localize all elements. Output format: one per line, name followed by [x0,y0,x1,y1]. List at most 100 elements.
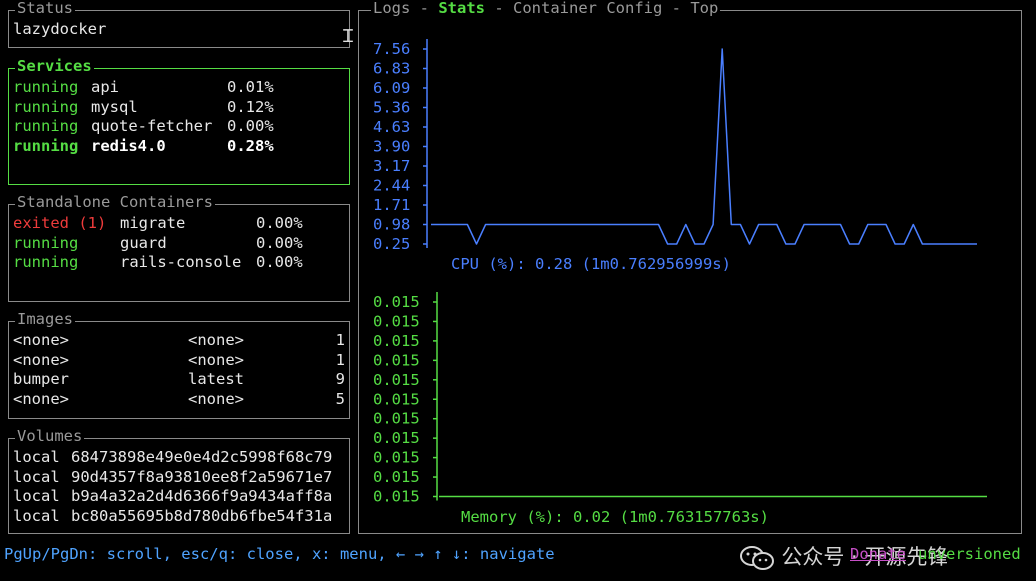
volume-driver: local [13,467,60,486]
service-cpu: 0.28% [227,136,274,155]
volume-name: 68473898e49e0e4d2c5998f68c79 [71,448,333,466]
image-size: 5 [335,389,345,408]
image-size: 9 [335,370,345,388]
container-state: exited (1) [13,214,107,232]
y-tick-label: 3.17 [373,157,410,175]
service-cpu: 0.12% [227,97,274,116]
volume-row[interactable]: local b9a4a32a2d4d6366f9a9434aff8a [13,487,345,507]
container-name: migrate [120,214,186,232]
watermark: 公众号 · 开源先锋 [726,524,948,572]
container-name: rails-console [120,253,242,271]
services-panel[interactable]: Services running api 0.01% running mysql 0.12… [8,57,350,185]
image-name: bumper [13,370,69,388]
version-label: unversioned [918,545,1021,563]
image-name: <none> [13,350,69,369]
y-tick-label: 6.83 [373,60,410,78]
volume-name: 90d4357f8a93810ee8f2a59671e7 [71,467,333,486]
y-tick-label: 0.015 [373,488,420,506]
container-row[interactable]: running guard 0.00% [13,234,343,254]
images-panel[interactable]: Images <none> <none> 1 <none> <none> 1 bumper l… [8,310,350,419]
image-name: <none> [13,389,69,408]
image-row[interactable]: <none> <none> 1 [13,331,345,351]
service-row[interactable]: running mysql 0.12% [13,98,343,118]
service-state: running [13,97,79,116]
container-state: running [13,253,79,271]
y-tick-label: 0.015 [373,332,420,350]
y-tick-label: 6.09 [373,79,410,97]
chart-title: Memory (%): 0.02 (1m0.763157763s) [461,508,769,526]
service-row[interactable]: running api 0.01% [13,78,343,98]
volume-row[interactable]: local 68473898e49e0e4d2c5998f68c79 [13,448,345,468]
y-tick-label: 0.015 [373,468,420,486]
y-tick-label: 4.63 [373,118,410,136]
image-tag: <none> [188,331,244,349]
service-name: redis4.0 [91,136,166,155]
y-tick-label: 1.71 [373,196,410,214]
volume-driver: local [13,448,60,466]
service-cpu: 0.01% [227,78,274,96]
standalone-containers-title: Standalone Containers [15,193,215,213]
volume-row[interactable]: local 90d4357f8a93810ee8f2a59671e7 [13,468,345,488]
standalone-list: exited (1) migrate 0.00% running guard 0.00% r… [13,214,343,273]
service-state: running [13,78,79,96]
volume-driver: local [13,506,60,525]
image-name: <none> [13,331,69,349]
volume-row[interactable]: local bc80a55695b8d780db6fbe54f31a [13,507,345,527]
service-name: mysql [91,97,138,116]
image-tag: <none> [188,350,244,369]
standalone-containers-panel[interactable]: Standalone Containers exited (1) migrate 0… [8,193,350,302]
y-tick-label: 2.44 [373,177,410,195]
volumes-panel-title: Volumes [15,427,85,447]
status-text: lazydocker [13,20,107,38]
y-tick-label: 0.015 [373,429,420,447]
container-cpu: 0.00% [256,233,303,252]
service-cpu: 0.00% [227,117,274,135]
image-tag: latest [188,370,244,388]
images-list: <none> <none> 1 <none> <none> 1 bumper latest 9 <… [13,331,345,409]
volume-name: bc80a55695b8d780db6fbe54f31a [71,506,333,525]
container-cpu: 0.00% [256,214,303,232]
chart-title: CPU (%): 0.28 (1m0.762956999s) [451,255,731,273]
image-row[interactable]: bumper latest 9 [13,370,345,390]
y-tick-label: 0.015 [373,312,420,330]
y-tick-label: 0.98 [373,216,410,234]
services-panel-title: Services [15,57,94,77]
container-cpu: 0.00% [256,253,303,271]
text-cursor-icon: Ɪ [342,26,353,47]
service-state: running [13,136,79,155]
container-name: guard [120,233,167,252]
stats-charts: 7.56 6.836.09 5.364.63 3.903.17 2.441.71 0.98… [373,39,987,526]
main-panel[interactable]: Logs - Stats - Container Config - Top 7.… [358,0,1022,534]
keybindings-help: PgUp/PgDn: scroll, esc/q: close, x: menu… [4,545,555,563]
image-tag: <none> [188,389,244,408]
service-row[interactable]: running quote-fetcher 0.00% [13,117,343,137]
image-row[interactable]: <none> <none> 1 [13,351,345,371]
y-tick-label: 5.36 [373,99,410,117]
volume-name: b9a4a32a2d4d6366f9a9434aff8a [71,487,333,505]
y-tick-label: 0.015 [373,293,420,311]
y-tick-label: 0.25 [373,235,410,253]
service-state: running [13,117,79,135]
status-panel-title: Status [15,0,75,19]
y-tick-label: 0.015 [373,449,420,467]
image-size: 1 [335,331,345,349]
chart-series-line [431,48,977,245]
y-tick-label: 0.015 [373,371,420,389]
container-row[interactable]: running rails-console 0.00% [13,253,343,273]
volumes-list: local 68473898e49e0e4d2c5998f68c79 local 90… [13,448,345,526]
wechat-icon [740,545,775,570]
volume-driver: local [13,487,60,505]
image-row[interactable]: <none> <none> 5 [13,390,345,410]
volumes-panel[interactable]: Volumes local 68473898e49e0e4d2c5998f68c7… [8,427,350,534]
status-panel[interactable]: Status lazydocker Ɪ [8,0,353,48]
image-size: 1 [335,350,345,369]
container-row[interactable]: exited (1) migrate 0.00% [13,214,343,234]
y-tick-label: 0.015 [373,410,420,428]
y-tick-label: 3.90 [373,138,410,156]
container-state: running [13,233,79,252]
y-tick-label: 0.015 [373,390,420,408]
images-panel-title: Images [15,310,75,330]
y-tick-label: 0.015 [373,351,420,369]
service-row[interactable]: running redis4.0 0.28% [13,137,343,157]
donate-link[interactable]: Donate [850,545,906,565]
